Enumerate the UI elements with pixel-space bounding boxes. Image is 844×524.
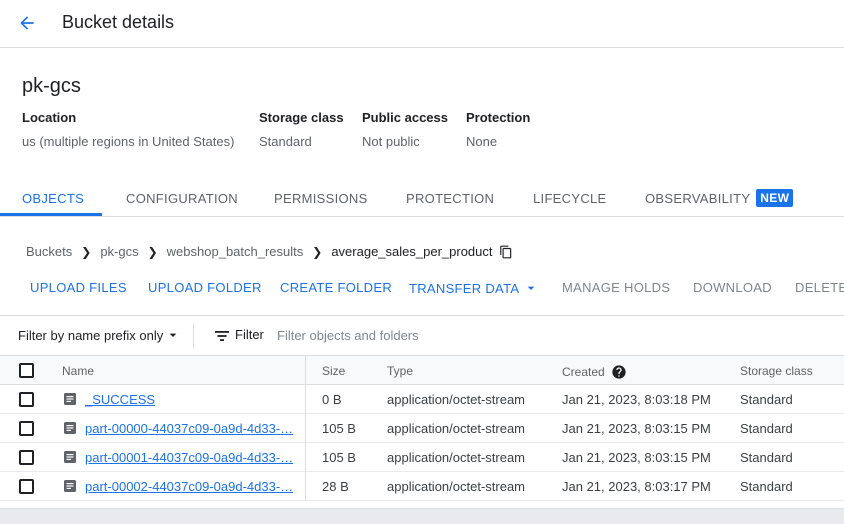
public-access-label: Public access bbox=[362, 110, 448, 125]
filter-input[interactable] bbox=[277, 325, 577, 345]
tab-objects[interactable]: OBJECTS bbox=[22, 180, 84, 216]
protection-value: None bbox=[466, 134, 498, 149]
active-tab-indicator bbox=[0, 213, 102, 216]
file-icon bbox=[64, 393, 76, 405]
row-checkbox[interactable] bbox=[19, 479, 34, 494]
bucket-name: pk-gcs bbox=[22, 75, 81, 97]
file-icon bbox=[64, 480, 76, 492]
column-name[interactable]: Name bbox=[62, 364, 94, 378]
upload-files-button[interactable]: UPLOAD FILES bbox=[30, 280, 127, 295]
tab-protection[interactable]: PROTECTION bbox=[406, 180, 494, 216]
object-storage-class: Standard bbox=[740, 392, 793, 407]
filter-prefix-dropdown[interactable]: Filter by name prefix only bbox=[18, 327, 183, 343]
transfer-data-button[interactable]: TRANSFER DATA bbox=[409, 280, 541, 296]
table-row[interactable]: _SUCCESS 0 B application/octet-stream Ja… bbox=[0, 385, 844, 414]
object-created: Jan 21, 2023, 8:03:15 PM bbox=[562, 450, 711, 465]
object-name-link[interactable]: _SUCCESS bbox=[85, 392, 155, 407]
row-checkbox[interactable] bbox=[19, 392, 34, 407]
location-value: us (multiple regions in United States) bbox=[22, 134, 235, 149]
file-icon bbox=[64, 451, 76, 463]
row-checkbox[interactable] bbox=[19, 450, 34, 465]
upload-folder-button[interactable]: UPLOAD FOLDER bbox=[148, 280, 262, 295]
top-bar: Bucket details bbox=[0, 0, 844, 48]
object-storage-class: Standard bbox=[740, 450, 793, 465]
object-storage-class: Standard bbox=[740, 421, 793, 436]
create-folder-button[interactable]: CREATE FOLDER bbox=[280, 280, 392, 295]
breadcrumb-bucket[interactable]: pk-gcs bbox=[100, 244, 138, 259]
object-type: application/octet-stream bbox=[387, 479, 526, 494]
object-size: 105 B bbox=[322, 450, 356, 465]
breadcrumb-folder[interactable]: webshop_batch_results bbox=[167, 244, 304, 259]
manage-holds-button[interactable]: MANAGE HOLDS bbox=[562, 280, 670, 295]
tab-lifecycle[interactable]: LIFECYCLE bbox=[533, 180, 607, 216]
chevron-right-icon: ❯ bbox=[312, 244, 323, 259]
delete-button[interactable]: DELETE bbox=[795, 280, 844, 295]
dropdown-arrow-icon bbox=[169, 333, 177, 337]
new-badge: NEW bbox=[756, 189, 794, 207]
object-toolbar: UPLOAD FILES UPLOAD FOLDER CREATE FOLDER… bbox=[0, 280, 844, 300]
object-type: application/octet-stream bbox=[387, 450, 526, 465]
column-type[interactable]: Type bbox=[387, 364, 413, 378]
protection-label: Protection bbox=[466, 110, 531, 125]
breadcrumb-buckets[interactable]: Buckets bbox=[26, 244, 72, 259]
help-icon[interactable] bbox=[611, 364, 627, 380]
tab-observability[interactable]: OBSERVABILITY NEW bbox=[645, 180, 794, 216]
breadcrumb: Buckets ❯ pk-gcs ❯ webshop_batch_results… bbox=[26, 244, 513, 259]
transfer-data-label: TRANSFER DATA bbox=[409, 280, 520, 296]
object-type: application/octet-stream bbox=[387, 392, 526, 407]
dropdown-arrow-icon bbox=[527, 286, 535, 290]
object-created: Jan 21, 2023, 8:03:15 PM bbox=[562, 421, 711, 436]
filter-divider bbox=[193, 324, 194, 348]
object-name-link[interactable]: part-00000-44037c09-0a9d-4d33-… bbox=[85, 421, 293, 436]
filter-prefix-label: Filter by name prefix only bbox=[18, 327, 164, 343]
tab-configuration[interactable]: CONFIGURATION bbox=[126, 180, 238, 216]
column-created[interactable]: Created bbox=[562, 364, 627, 380]
filter-bar: Filter by name prefix only Filter bbox=[0, 315, 844, 355]
tab-permissions[interactable]: PERMISSIONS bbox=[274, 180, 368, 216]
column-size[interactable]: Size bbox=[322, 364, 345, 378]
public-access-value: Not public bbox=[362, 134, 420, 149]
table-row[interactable]: part-00000-44037c09-0a9d-4d33-… 105 B ap… bbox=[0, 414, 844, 443]
column-storage-class[interactable]: Storage class bbox=[740, 364, 813, 378]
table-row[interactable]: part-00002-44037c09-0a9d-4d33-… 28 B app… bbox=[0, 472, 844, 501]
arrow-back-icon bbox=[20, 16, 34, 30]
object-size: 105 B bbox=[322, 421, 356, 436]
storage-class-value: Standard bbox=[259, 134, 312, 149]
file-icon bbox=[64, 422, 76, 434]
page-title: Bucket details bbox=[62, 12, 175, 32]
object-type: application/octet-stream bbox=[387, 421, 526, 436]
filter-icon[interactable] bbox=[214, 329, 230, 343]
table-header: Name Size Type Created Storage class bbox=[0, 355, 844, 385]
location-label: Location bbox=[22, 110, 77, 125]
row-checkbox[interactable] bbox=[19, 421, 34, 436]
table-row[interactable]: part-00001-44037c09-0a9d-4d33-… 105 B ap… bbox=[0, 443, 844, 472]
storage-class-label: Storage class bbox=[259, 110, 344, 125]
object-name-link[interactable]: part-00001-44037c09-0a9d-4d33-… bbox=[85, 450, 293, 465]
column-divider bbox=[305, 355, 306, 500]
tab-bar: OBJECTS CONFIGURATION PERMISSIONS PROTEC… bbox=[0, 180, 844, 217]
select-all-checkbox[interactable] bbox=[19, 363, 34, 378]
download-button[interactable]: DOWNLOAD bbox=[693, 280, 772, 295]
chevron-right-icon: ❯ bbox=[147, 244, 158, 259]
column-created-label: Created bbox=[562, 365, 605, 379]
horizontal-scrollbar[interactable] bbox=[0, 508, 844, 524]
breadcrumb-current: average_sales_per_product bbox=[331, 244, 493, 259]
filter-label: Filter bbox=[235, 327, 264, 342]
object-created: Jan 21, 2023, 8:03:17 PM bbox=[562, 479, 711, 494]
object-created: Jan 21, 2023, 8:03:18 PM bbox=[562, 392, 711, 407]
chevron-right-icon: ❯ bbox=[81, 244, 92, 259]
object-size: 28 B bbox=[322, 479, 349, 494]
object-size: 0 B bbox=[322, 392, 342, 407]
copy-icon[interactable] bbox=[499, 245, 513, 259]
object-name-link[interactable]: part-00002-44037c09-0a9d-4d33-… bbox=[85, 479, 293, 494]
back-button[interactable] bbox=[12, 8, 42, 38]
tab-observability-label: OBSERVABILITY bbox=[645, 190, 751, 206]
object-storage-class: Standard bbox=[740, 479, 793, 494]
